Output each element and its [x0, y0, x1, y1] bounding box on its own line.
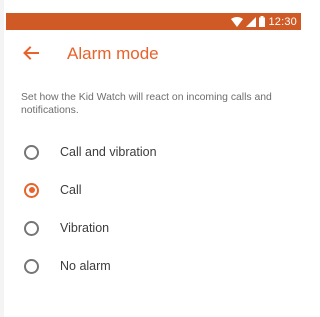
page-title: Alarm mode: [67, 44, 159, 63]
radio-checked-icon[interactable]: [24, 182, 39, 198]
alarm-mode-screen: 12:30 Alarm mode Set how the Kid Watch w…: [0, 0, 301, 317]
option-call-and-vibration[interactable]: Call and vibration: [21, 133, 299, 171]
signal-icon: [246, 16, 257, 27]
option-label: Call and vibration: [60, 145, 157, 159]
radio-unchecked-icon[interactable]: [24, 144, 39, 160]
option-call[interactable]: Call: [21, 171, 299, 209]
description-text: Set how the Kid Watch will react on inco…: [21, 92, 272, 116]
option-label: No alarm: [60, 259, 111, 273]
alarm-mode-radio-group: Call and vibration Call Vibration No ala…: [21, 133, 299, 285]
option-vibration[interactable]: Vibration: [21, 209, 299, 247]
radio-unchecked-icon[interactable]: [24, 220, 39, 236]
option-label: Vibration: [60, 221, 110, 235]
wifi-icon: [231, 16, 244, 27]
status-bar: 12:30: [6, 13, 301, 30]
status-time: 12:30: [268, 15, 297, 28]
battery-icon: [259, 16, 266, 27]
arrow-left-icon[interactable]: [22, 44, 40, 62]
option-label: Call: [60, 183, 82, 197]
radio-unchecked-icon[interactable]: [24, 258, 39, 274]
app-bar: Alarm mode: [6, 30, 301, 76]
option-no-alarm[interactable]: No alarm: [21, 247, 299, 285]
status-icons: 12:30: [231, 13, 297, 30]
screen-edge: [0, 0, 4, 317]
